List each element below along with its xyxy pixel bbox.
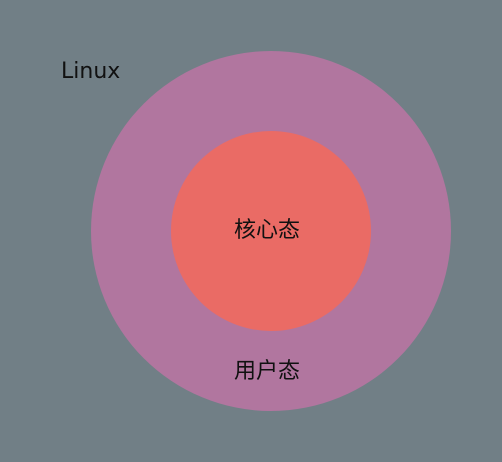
- diagram-canvas: Linux 核心态 用户态: [0, 0, 502, 462]
- user-mode-label: 用户态: [234, 359, 301, 384]
- kernel-mode-label: 核心态: [234, 218, 301, 243]
- os-label: Linux: [61, 59, 121, 84]
